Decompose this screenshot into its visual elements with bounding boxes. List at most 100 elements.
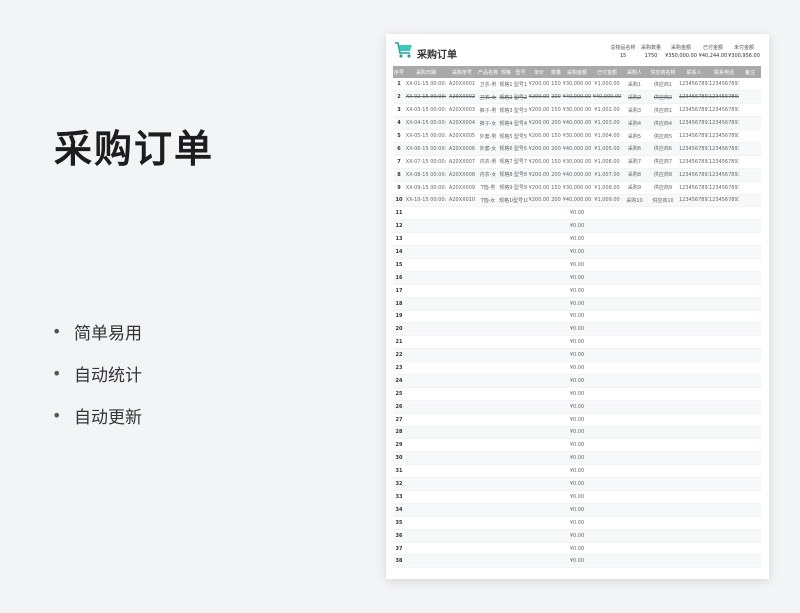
table-cell [513, 219, 528, 234]
table-cell [513, 490, 528, 504]
table-cell [709, 464, 739, 479]
table-cell: ¥0.00 [562, 542, 592, 556]
bullet-icon: • [52, 363, 62, 383]
feature-label: 简单易用 [74, 323, 142, 344]
table-cell [447, 542, 477, 556]
table-row: 10XX-10-15 00:00:A20XX010T恤-女规格10型号10¥20… [393, 194, 761, 208]
table-cell [739, 232, 761, 247]
table-cell [477, 322, 499, 337]
table-cell [477, 335, 499, 350]
table-cell [550, 245, 562, 259]
table-cell: ¥1,003.00 [592, 116, 622, 131]
table-cell: ¥0.00 [562, 361, 592, 375]
feature-label: 自动统计 [74, 365, 142, 386]
table-cell [709, 219, 739, 234]
table-cell [405, 297, 447, 311]
table-cell: 规格8 [499, 168, 513, 182]
table-cell [528, 322, 550, 337]
table-cell: A20XX007 [447, 155, 477, 169]
table-cell [739, 464, 761, 479]
table-cell [499, 413, 513, 427]
table-cell [739, 374, 761, 388]
table-cell [499, 374, 513, 388]
table-cell [622, 413, 647, 427]
table-cell [647, 438, 679, 453]
table-cell [477, 387, 499, 401]
table-row: 13 ¥0.00 [393, 232, 761, 247]
table-cell: ¥0.00 [562, 516, 592, 530]
column-header: 备注 [739, 66, 761, 78]
table-cell [528, 335, 550, 350]
table-cell [647, 529, 679, 543]
table-cell [477, 258, 499, 272]
table-row: 3 XX-03-15 00:00: A20XX003 裤子-男 规格3 型号3 ¥200.0… [393, 103, 761, 118]
table-cell [739, 271, 761, 285]
table-cell: 34 [393, 503, 405, 517]
table-row: 6 XX-06-15 00:00: A20XX006 外套-女 规格6 型号6 ¥200.0… [393, 142, 761, 156]
table-cell: 16 [393, 271, 405, 285]
table-cell [647, 297, 679, 311]
table-cell [499, 335, 513, 350]
table-cell [679, 477, 709, 491]
column-header: 联系电话 [709, 66, 739, 78]
table-cell [739, 554, 761, 569]
table-cell [679, 542, 709, 556]
table-cell: 36 [393, 529, 405, 543]
table-cell [405, 348, 447, 363]
table-cell [447, 310, 477, 324]
table-cell: 型号3 [513, 103, 528, 118]
table-cell [679, 310, 709, 324]
table-cell [499, 361, 513, 375]
table-cell [405, 477, 447, 491]
table-cell [679, 219, 709, 234]
table-cell [550, 219, 562, 234]
table-cell: 内衣-男 [477, 155, 499, 169]
table-cell [513, 310, 528, 324]
table-cell [447, 361, 477, 375]
column-header: 序号 [393, 66, 405, 78]
table-cell [499, 400, 513, 414]
table-cell: ¥0.00 [562, 529, 592, 543]
table-cell: ¥0.00 [562, 426, 592, 440]
table-row: 22 ¥0.00 [393, 348, 761, 363]
table-cell: 12345678917 [679, 168, 709, 182]
table-cell [528, 464, 550, 479]
table-cell: ¥30,000.00 [562, 103, 592, 118]
table-cell [477, 503, 499, 517]
table-cell: ¥0.00 [562, 284, 592, 298]
table-cell: 外套-女 [477, 142, 499, 156]
table-cell [447, 245, 477, 259]
table-cell [550, 438, 562, 453]
table-cell: 14 [393, 245, 405, 259]
table-row: 4 XX-04-15 00:00: A20XX004 裤子-女 规格4 型号4 ¥200.0… [393, 116, 761, 131]
table-cell [647, 426, 679, 440]
table-row: 25 ¥0.00 [393, 387, 761, 401]
table-cell [513, 258, 528, 272]
table-cell [528, 258, 550, 272]
table-row: 29 ¥0.00 [393, 438, 761, 453]
table-cell [405, 503, 447, 517]
table-cell [679, 361, 709, 375]
table-cell [647, 554, 679, 569]
table-cell: 供应商1 [647, 78, 679, 92]
table-cell [739, 297, 761, 311]
table-cell: ¥1,005.00 [592, 142, 622, 156]
table-cell: 6 [393, 142, 405, 156]
table-cell [528, 245, 550, 259]
table-cell: XX-06-15 00:00: [405, 142, 447, 156]
table-cell: ¥0.00 [562, 348, 592, 363]
table-cell [647, 206, 679, 221]
table-cell: 规格4 [499, 116, 513, 131]
table-cell [405, 206, 447, 221]
table-cell [592, 245, 622, 259]
table-cell [647, 516, 679, 530]
table-cell [528, 232, 550, 247]
table-cell [622, 271, 647, 285]
table-cell [592, 529, 622, 543]
table-cell [513, 322, 528, 337]
column-header: 单价 [528, 66, 550, 78]
table-cell: XX-03-15 00:00: [405, 103, 447, 118]
table-cell [499, 232, 513, 247]
table-cell: 型号5 [513, 129, 528, 143]
table-cell [477, 219, 499, 234]
